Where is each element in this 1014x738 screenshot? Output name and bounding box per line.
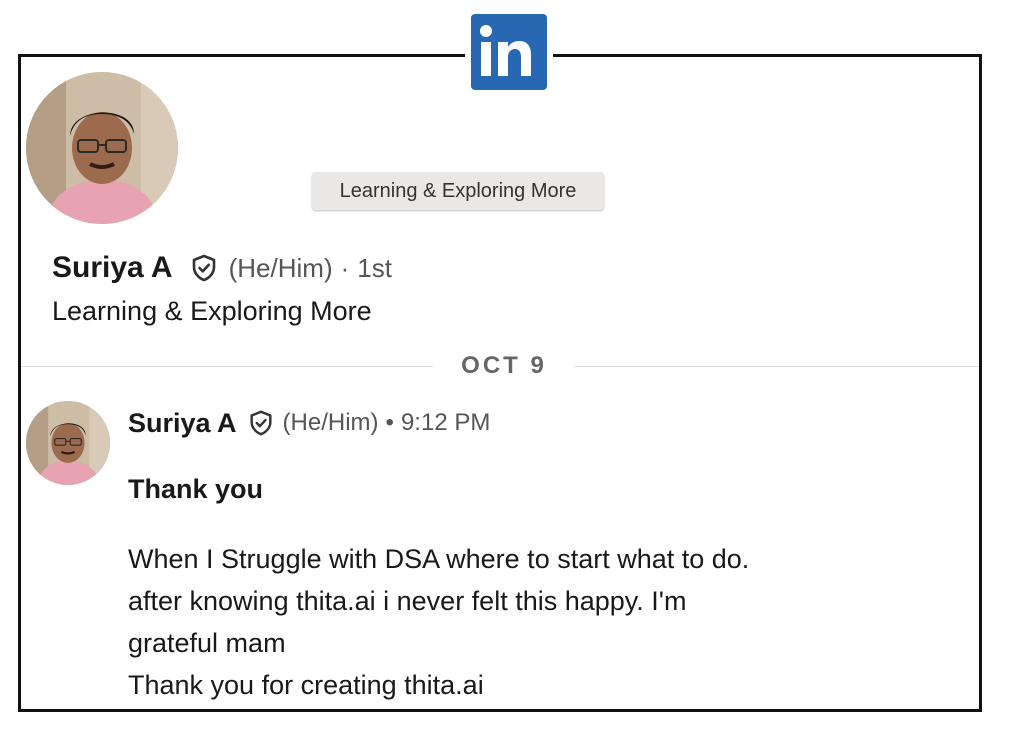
shield-check-icon — [189, 253, 219, 283]
profile-header: Suriya A (He/Him) · 1st — [52, 248, 392, 288]
linkedin-logo-icon — [471, 14, 547, 90]
profile-name[interactable]: Suriya A — [52, 251, 173, 285]
profile-headline: Learning & Exploring More — [52, 296, 372, 326]
message-line: after knowing thita.ai i never felt this… — [128, 586, 687, 616]
date-divider-right — [574, 366, 979, 367]
message-sender-avatar[interactable] — [26, 401, 110, 485]
date-divider-left — [21, 366, 433, 367]
message-timestamp: 9:12 PM — [400, 409, 491, 436]
separator-dot: • — [385, 409, 394, 436]
separator-dot: · — [340, 252, 350, 283]
message-body: When I Struggle with DSA where to start … — [128, 538, 908, 706]
profile-pronouns: (He/Him) — [228, 252, 333, 283]
message-sender-pronouns: (He/Him) — [282, 409, 379, 436]
message-line: grateful mam — [128, 628, 286, 658]
message-line: When I Struggle with DSA where to start … — [128, 544, 750, 574]
shield-check-icon — [247, 409, 275, 437]
message-sender-name[interactable]: Suriya A — [128, 408, 237, 439]
message-title: Thank you — [128, 474, 264, 504]
message-header: Suriya A (He/Him) • 9:12 PM — [128, 404, 490, 442]
headline-tooltip: Learning & Exploring More — [312, 172, 604, 210]
connection-degree: 1st — [357, 252, 392, 283]
message-line: Thank you for creating thita.ai — [128, 670, 484, 700]
date-separator: OCT 9 — [461, 352, 547, 379]
profile-avatar[interactable] — [26, 72, 178, 224]
